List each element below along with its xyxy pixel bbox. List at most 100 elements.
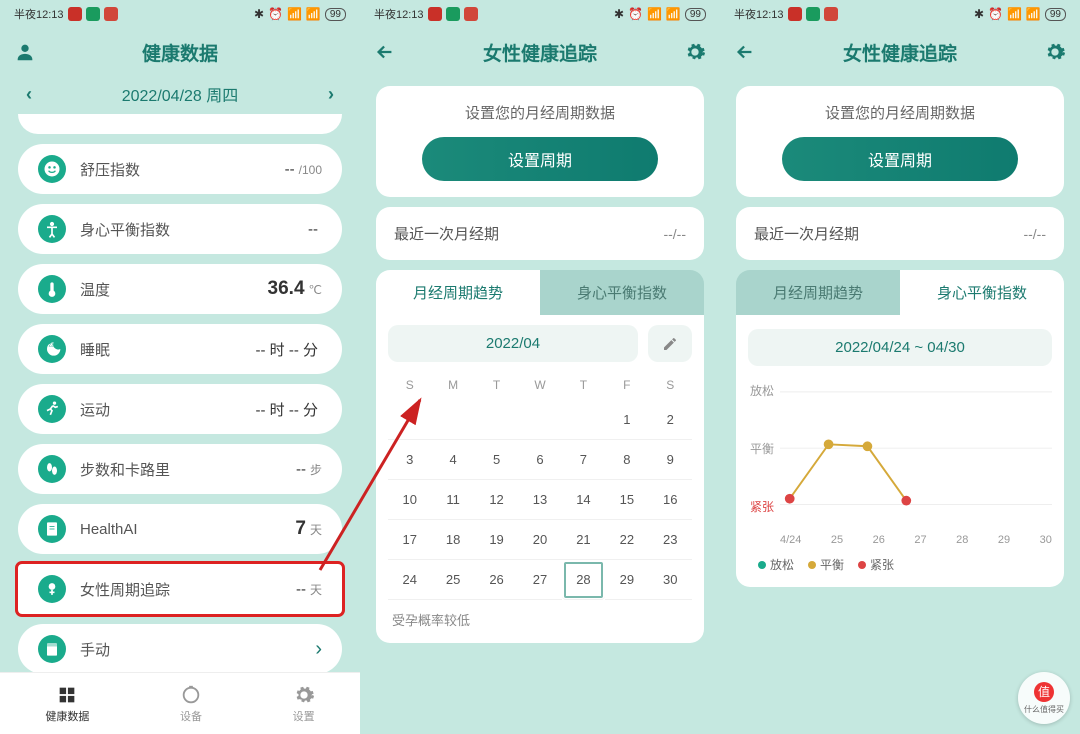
metric-value: 36.4℃: [268, 278, 322, 300]
prev-date-button[interactable]: ‹: [26, 84, 32, 105]
calendar-day[interactable]: 11: [431, 480, 474, 520]
calendar-day[interactable]: 13: [518, 480, 561, 520]
back-button[interactable]: [374, 41, 396, 63]
calendar-day: [475, 400, 518, 440]
calendar-day[interactable]: 15: [605, 480, 648, 520]
list-item[interactable]: 温度 36.4℃: [18, 264, 342, 314]
y-label-tense: 紧张: [750, 498, 774, 515]
tab-balance-index[interactable]: 身心平衡指数: [900, 270, 1064, 315]
calendar-day[interactable]: 17: [388, 520, 431, 560]
calendar-day[interactable]: 23: [649, 520, 692, 560]
calendar-day[interactable]: 29: [605, 560, 648, 600]
page-title: 女性健康追踪: [843, 39, 957, 66]
chart-area: 放松 平衡 紧张: [780, 380, 1052, 530]
chart-date-range[interactable]: 2022/04/24 ~ 04/30: [748, 329, 1052, 366]
app-indicator-icon: [788, 7, 802, 21]
settings-icon[interactable]: [1044, 41, 1066, 63]
metric-label: 运动: [80, 399, 256, 420]
calendar-day[interactable]: 9: [649, 440, 692, 480]
metric-label: 女性周期追踪: [80, 579, 296, 600]
list-item[interactable]: zz 睡眠 -- 时 -- 分: [18, 324, 342, 374]
calendar-day[interactable]: 20: [518, 520, 561, 560]
run-icon: [38, 395, 66, 423]
calendar-day[interactable]: 22: [605, 520, 648, 560]
status-time: 半夜12:13: [734, 6, 784, 22]
date-selector: ‹ 2022/04/28 周四 ›: [0, 76, 360, 112]
calendar-day[interactable]: 25: [431, 560, 474, 600]
signal-icon: 📶: [1007, 7, 1022, 21]
calendar-day[interactable]: 10: [388, 480, 431, 520]
current-date[interactable]: 2022/04/28 周四: [122, 82, 239, 106]
legend-dot: [808, 561, 816, 569]
calendar-day[interactable]: 16: [649, 480, 692, 520]
calendar-day[interactable]: 27: [518, 560, 561, 600]
nav-health[interactable]: 健康数据: [45, 684, 89, 724]
calendar-dow: S: [649, 370, 692, 400]
list-item[interactable]: 步数和卡路里 --步: [18, 444, 342, 494]
wifi-icon: 📶: [666, 7, 681, 21]
calendar-day[interactable]: 24: [388, 560, 431, 600]
app-indicator-icon: [428, 7, 442, 21]
calendar-day[interactable]: 1: [605, 400, 648, 440]
list-item[interactable]: 女性周期追踪 --天: [18, 564, 342, 614]
nav-settings[interactable]: 设置: [293, 684, 315, 724]
alarm-icon: ⏰: [628, 7, 643, 21]
tab-cycle-trend[interactable]: 月经周期趋势: [376, 270, 540, 315]
wifi-icon: 📶: [306, 7, 321, 21]
metric-value: --/100: [285, 161, 322, 178]
nav-device[interactable]: 设备: [180, 684, 202, 724]
metric-value: --: [308, 221, 322, 238]
setup-period-button[interactable]: 设置周期: [782, 137, 1019, 181]
chart-legend: 放松平衡紧张: [758, 556, 1052, 573]
tab-cycle-trend[interactable]: 月经周期趋势: [736, 270, 900, 315]
steps-icon: [38, 455, 66, 483]
battery-text: 99: [685, 8, 706, 21]
next-date-button[interactable]: ›: [328, 84, 334, 105]
calendar-day[interactable]: 7: [562, 440, 605, 480]
calendar-day[interactable]: 21: [562, 520, 605, 560]
edit-button[interactable]: [648, 325, 692, 362]
settings-icon[interactable]: [684, 41, 706, 63]
list-item[interactable]: HealthAI 7天: [18, 504, 342, 554]
tab-balance-index[interactable]: 身心平衡指数: [540, 270, 704, 315]
list-item[interactable]: 舒压指数 --/100: [18, 144, 342, 194]
calendar-day[interactable]: 12: [475, 480, 518, 520]
metric-value: -- 时 -- 分: [256, 339, 322, 360]
calendar-day[interactable]: 4: [431, 440, 474, 480]
setup-prompt: 设置您的月经周期数据: [752, 102, 1048, 123]
calendar-day[interactable]: 30: [649, 560, 692, 600]
therm-icon: [38, 275, 66, 303]
chart-x-axis: 4/24252627282930: [780, 534, 1052, 546]
back-button[interactable]: [734, 41, 756, 63]
profile-icon[interactable]: [14, 41, 36, 63]
calendar-dow: M: [431, 370, 474, 400]
calendar-panel: 2022/04 SMTWTFS1234567891011121314151617…: [376, 315, 704, 643]
x-tick: 29: [998, 534, 1010, 546]
list-item[interactable]: 运动 -- 时 -- 分: [18, 384, 342, 434]
calendar-day[interactable]: 5: [475, 440, 518, 480]
calendar-day[interactable]: 2: [649, 400, 692, 440]
calendar-day[interactable]: 18: [431, 520, 474, 560]
status-bar: 半夜12:13 ✱ ⏰ 📶 📶 99: [720, 0, 1080, 28]
calendar-day[interactable]: 8: [605, 440, 648, 480]
setup-period-button[interactable]: 设置周期: [422, 137, 659, 181]
calendar-day[interactable]: 14: [562, 480, 605, 520]
line-chart: [780, 380, 1052, 530]
list-item[interactable]: 手动 ›: [18, 624, 342, 674]
last-period-row[interactable]: 最近一次月经期 --/--: [376, 207, 704, 260]
calendar-day[interactable]: 3: [388, 440, 431, 480]
x-tick: 4/24: [780, 534, 801, 546]
calendar-day[interactable]: 26: [475, 560, 518, 600]
y-label-balance: 平衡: [750, 440, 774, 457]
calendar-month[interactable]: 2022/04: [388, 325, 638, 362]
calendar-day[interactable]: 28: [562, 560, 605, 600]
list-item-peek: [18, 114, 342, 134]
calendar-day[interactable]: 19: [475, 520, 518, 560]
list-item[interactable]: 身心平衡指数 --: [18, 204, 342, 254]
calendar-day[interactable]: 6: [518, 440, 561, 480]
moon-icon: zz: [38, 335, 66, 363]
female-icon: [38, 575, 66, 603]
y-label-relax: 放松: [750, 382, 774, 399]
legend-item: 紧张: [858, 556, 894, 573]
last-period-row[interactable]: 最近一次月经期 --/--: [736, 207, 1064, 260]
